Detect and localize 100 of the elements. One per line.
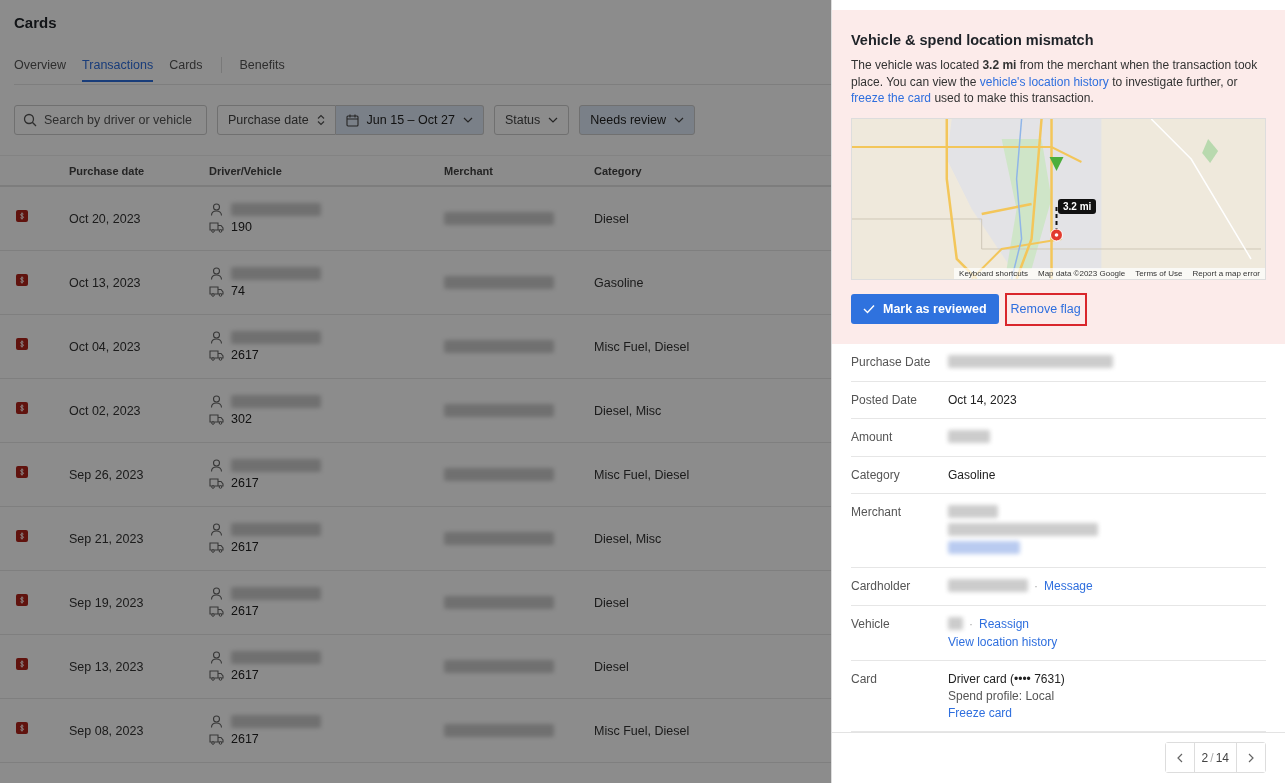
page-title: Cards [13,13,58,33]
detail-link[interactable]: Reassign [979,617,1030,631]
detail-label: Posted Date [851,392,919,407]
table-cell-text: Gasoline [594,275,645,290]
tab[interactable]: Cards [169,57,203,82]
blurred-link[interactable] [948,540,1020,554]
table-cell-text: Oct 02, 2023 [69,403,142,418]
detail-value: Spend profile: Local [948,688,1055,703]
truck-icon [209,349,224,361]
blurred-text [948,504,998,518]
alert-message: The vehicle was located 3.2 mi from the merchant when the transaction took place. You can view the vehicle's location history to investigate further, or freeze the card used to make this transaction. [851,57,1259,107]
map-attribution-link[interactable]: Keyboard shortcuts [954,267,1033,279]
chevron-down-icon [462,117,473,123]
detail-label: Vehicle [851,616,891,633]
inline-link[interactable]: freeze the card [851,91,932,105]
table-cell-text: Oct 13, 2023 [69,275,142,290]
person-icon [209,523,224,536]
table-cell-text: Sep 19, 2023 [69,595,145,610]
sort-icon [316,114,325,126]
detail-link[interactable]: Freeze card [948,705,1013,720]
check-icon [863,304,875,314]
map-attribution-link[interactable]: Terms of Use [1130,267,1188,279]
detail-label: Merchant [851,504,903,521]
map-attribution-link[interactable]: Report a map error [1187,267,1265,279]
mark-reviewed-button[interactable]: Mark as reviewed [851,294,999,324]
truck-icon [209,605,224,617]
truck-icon [209,285,224,297]
vehicle-number: 2617 [231,476,259,490]
tab[interactable]: Benefits [239,57,285,82]
flag-icon [16,466,28,478]
table-cell-text: Diesel [594,659,630,674]
table-cell-text: Oct 20, 2023 [69,211,142,226]
inline-link[interactable]: vehicle's location history [979,74,1109,89]
chevron-down-icon [674,117,685,123]
detail-label: Category [851,467,901,482]
separator: · [1034,579,1038,593]
review-dropdown[interactable]: Needs review [579,105,696,135]
truck-icon [209,541,224,553]
flag-icon [16,594,28,606]
calendar-icon [345,113,359,127]
flag-icon [16,210,28,222]
vehicle-number: 190 [231,220,252,234]
vehicle-number: 2617 [231,540,259,554]
vehicle-number: 2617 [231,604,259,618]
truck-icon [209,669,224,681]
chevron-right-icon [1248,752,1254,763]
detail-value: Oct 14, 2023 [948,392,1017,407]
status-dropdown[interactable]: Status [493,105,570,135]
person-icon [209,651,224,664]
person-icon [209,395,224,408]
blurred-text [948,616,963,630]
column-header: Category [594,164,643,177]
vehicle-number: 2617 [231,732,259,746]
detail-link[interactable]: Message [1044,579,1093,593]
vehicle-number: 2617 [231,668,259,682]
person-icon [209,267,224,280]
table-cell-text: Diesel, Misc [594,531,663,546]
separator: / [1210,750,1214,765]
person-icon [209,331,224,344]
tab[interactable]: Overview [14,57,67,82]
map-attribution-link[interactable]: Map data ©2023 Google [1033,267,1131,279]
date-range-dropdown[interactable]: Jun 15 – Oct 27 [335,105,484,135]
alert-title: Vehicle & spend location mismatch [851,32,1095,48]
table-cell-text: Misc Fuel, Diesel [594,339,691,354]
table-cell-text: Oct 04, 2023 [69,339,142,354]
flag-icon [16,722,28,734]
column-header: Merchant [444,164,494,177]
flag-icon [16,530,28,542]
table-cell-text: Diesel, Misc [594,403,663,418]
detail-label: Purchase Date [851,354,932,370]
detail-value: Driver card (•••• 7631) [948,671,1065,686]
column-header: Driver/Vehicle [209,164,283,177]
page-total: 14 [1215,750,1229,765]
truck-icon [209,413,224,425]
table-cell-text: Diesel [594,595,630,610]
truck-icon [209,733,224,745]
table-cell-text: Misc Fuel, Diesel [594,467,691,482]
table-cell-text: Diesel [594,211,630,226]
truck-icon [209,221,224,233]
table-cell-text: Sep 26, 2023 [69,467,145,482]
flag-icon [16,338,28,350]
flag-icon [16,402,28,414]
page-number: 2 [1201,750,1209,765]
table-cell-text: Misc Fuel, Diesel [594,723,691,738]
person-icon [209,715,224,728]
table-cell-text: Sep 21, 2023 [69,531,145,546]
person-icon [209,587,224,600]
search-field[interactable]: Search by driver or vehicle [14,105,207,135]
chevron-left-icon [1176,752,1183,763]
sort-dropdown[interactable]: Purchase date [217,105,336,135]
detail-label: Cardholder [851,578,912,594]
tab[interactable]: Transactions [82,57,154,82]
detail-link[interactable]: View location history [948,634,1058,649]
flag-icon [16,274,28,286]
table-cell-text: Sep 13, 2023 [69,659,145,674]
column-header: Purchase date [69,164,146,177]
detail-label: Amount [851,429,894,445]
vehicle-number: 302 [231,412,252,426]
search-icon [23,113,37,127]
remove-flag-button[interactable]: Remove flag [1004,292,1087,326]
